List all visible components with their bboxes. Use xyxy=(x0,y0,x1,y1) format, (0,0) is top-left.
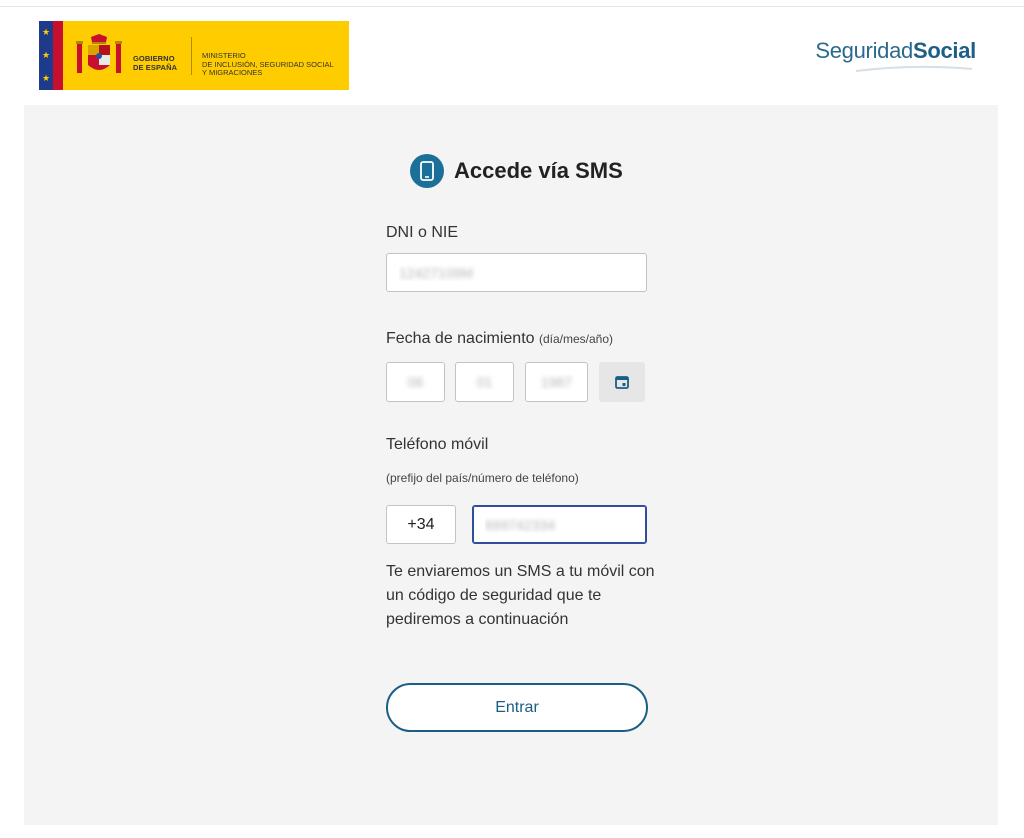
brand-bold: Social xyxy=(912,38,976,63)
logo-separator xyxy=(191,37,192,75)
enter-button[interactable]: Entrar xyxy=(386,683,648,732)
star-icon: ★ xyxy=(41,27,51,37)
birthdate-label-text: Fecha de nacimiento xyxy=(386,330,535,347)
birth-day-input[interactable] xyxy=(386,362,445,402)
phone-prefix-input[interactable] xyxy=(386,505,456,544)
phone-number-input[interactable] xyxy=(472,505,647,544)
gobierno-line: DE ESPAÑA xyxy=(133,62,178,72)
ministerio-line: Y MIGRACIONES xyxy=(202,68,263,77)
birth-month-input[interactable] xyxy=(455,362,514,402)
smartphone-icon xyxy=(410,154,444,188)
brand-light: Seguridad xyxy=(815,38,913,63)
phone-hint: (prefijo del país/número de teléfono) xyxy=(386,471,579,485)
brand-swoosh-icon xyxy=(855,65,973,72)
page-title: Accede vía SMS xyxy=(454,158,623,183)
phone-label: Teléfono móvil xyxy=(386,436,489,453)
eu-flag-strip: ★ ★ ★ xyxy=(39,21,63,90)
star-icon: ★ xyxy=(41,73,51,83)
sms-info-text: Te enviaremos un SMS a tu móvil con un c… xyxy=(386,563,655,628)
birthdate-label: Fecha de nacimiento (día/mes/año) xyxy=(386,330,613,348)
calendar-button[interactable] xyxy=(599,362,645,402)
site-header: ★ ★ ★ GOBIERNO DE ESPAÑA MINISTERIO DE I… xyxy=(0,7,1024,105)
gobierno-text: GOBIERNO DE ESPAÑA xyxy=(133,54,178,72)
dni-label: DNI o NIE xyxy=(386,224,459,241)
birth-year-input[interactable] xyxy=(525,362,588,402)
calendar-icon xyxy=(615,376,629,389)
title-row: Accede vía SMS xyxy=(410,154,623,188)
ministerio-text: MINISTERIO DE INCLUSIÓN, SEGURIDAD SOCIA… xyxy=(202,51,334,78)
birthdate-format-hint: (día/mes/año) xyxy=(538,332,614,346)
login-panel: Accede vía SMS DNI o NIE Fecha de nacimi… xyxy=(24,105,998,825)
star-icon: ★ xyxy=(41,50,51,60)
dni-input[interactable] xyxy=(386,253,647,292)
seguridad-social-logo[interactable]: SeguridadSocial xyxy=(815,38,976,64)
coat-of-arms-icon xyxy=(76,34,122,73)
